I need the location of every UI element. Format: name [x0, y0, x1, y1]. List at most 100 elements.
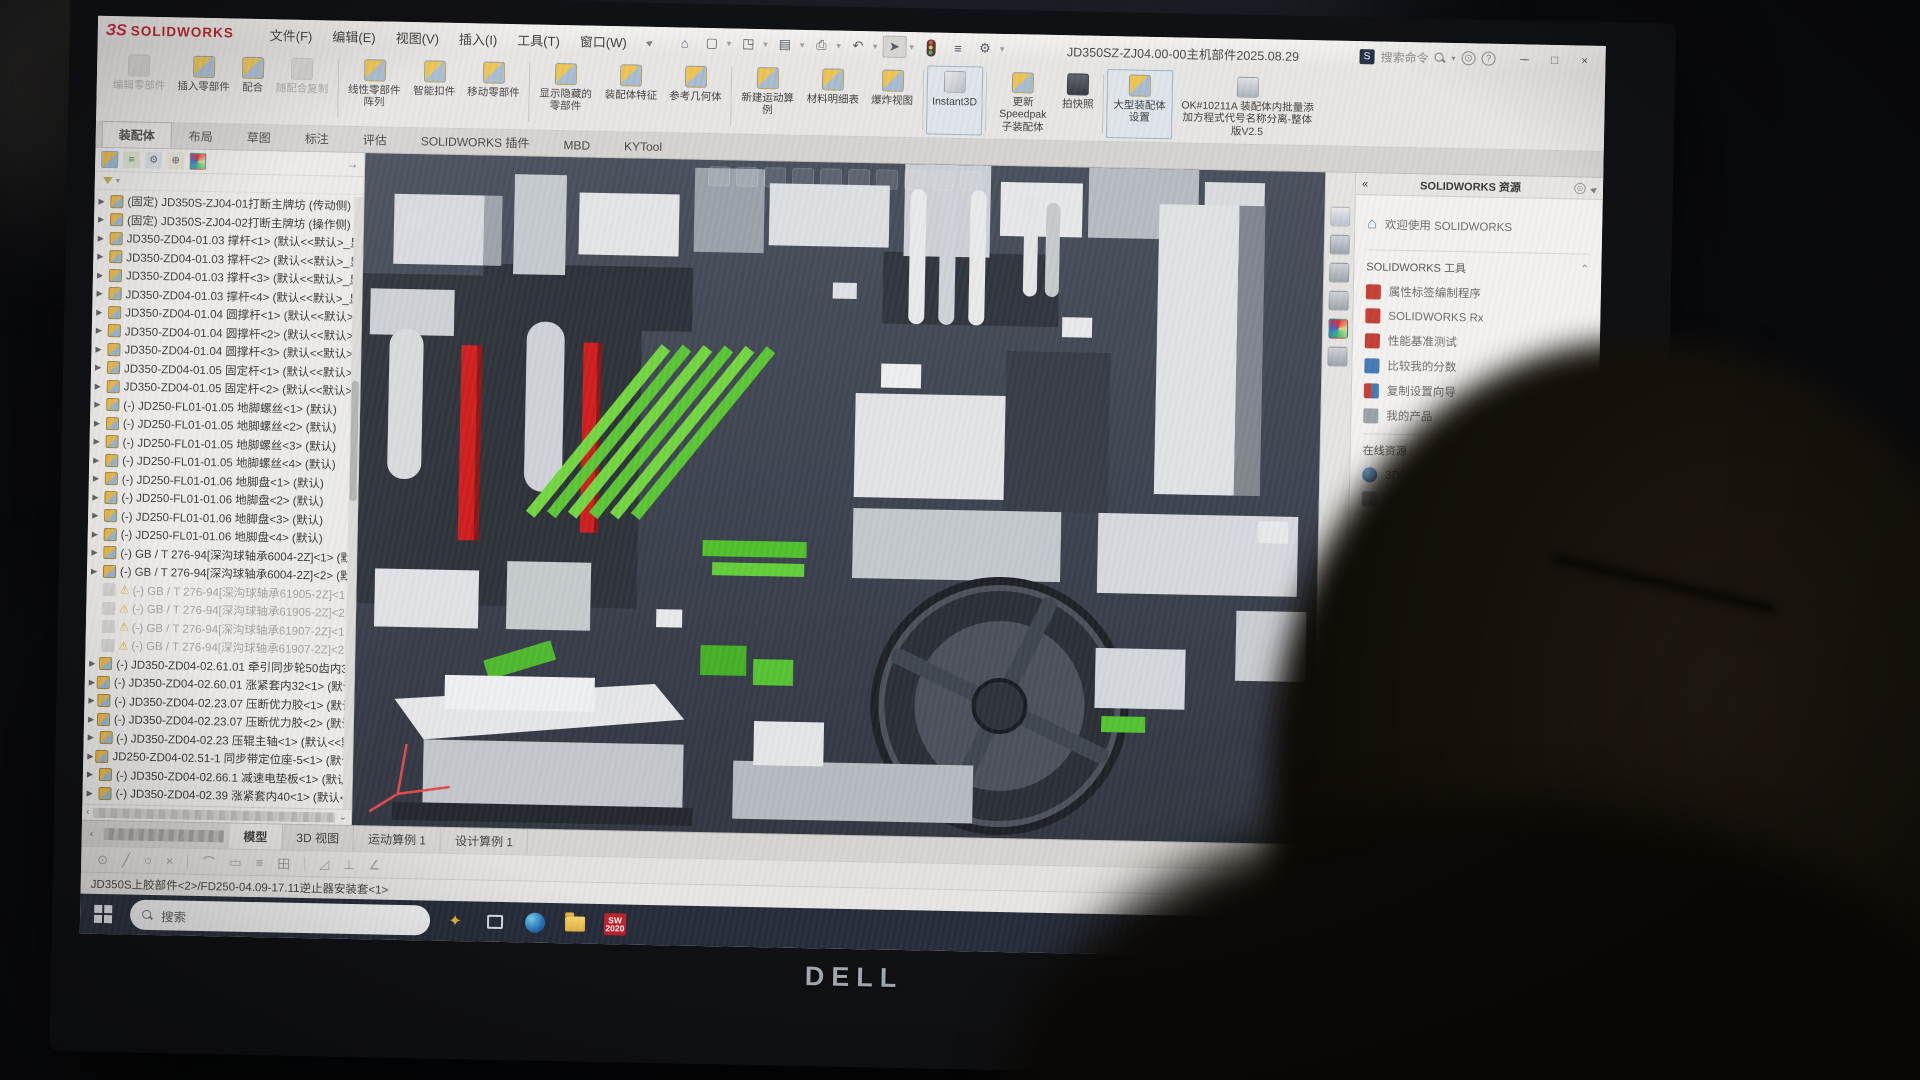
toolbar-button-smart-fasteners[interactable]: 智能扣件	[407, 55, 462, 125]
graphics-viewport[interactable]	[352, 153, 1325, 844]
menu-4[interactable]: 工具(T)	[507, 26, 570, 52]
doc-tab-模型[interactable]: 模型	[229, 824, 283, 850]
expand-arrow-icon[interactable]: ▶	[97, 252, 107, 261]
task-view-button[interactable]	[480, 907, 511, 938]
tab-SOLIDWORKS 插件[interactable]: SOLIDWORKS 插件	[404, 127, 547, 156]
tab-MBD[interactable]: MBD	[546, 133, 607, 157]
file-explorer-icon[interactable]	[1329, 263, 1349, 283]
options-icon[interactable]: ⚙	[973, 37, 997, 59]
toolbar-button-macro[interactable]: OK#10211A 装配体内批量添加方程式代号名称分离-整体版V2.5	[1172, 70, 1323, 142]
home-icon[interactable]: ⌂	[673, 31, 697, 53]
new-document-icon[interactable]: ▢	[700, 32, 724, 54]
file-properties-icon[interactable]: ≡	[946, 37, 970, 59]
expand-arrow-icon[interactable]: ▶	[96, 289, 106, 298]
menu-1[interactable]: 编辑(E)	[322, 23, 386, 49]
task-pane-item[interactable]: 属性标签编制程序	[1366, 283, 1589, 303]
toolbar-button-edit-component[interactable]: 编辑零部件	[106, 49, 172, 119]
toolbar-button-show-hidden[interactable]: 显示隐藏的零部件	[532, 57, 599, 127]
previous-view-icon[interactable]	[764, 167, 786, 187]
expand-arrow-icon[interactable]: ▶	[91, 548, 101, 557]
expand-arrow-icon[interactable]: ▶	[89, 677, 95, 686]
rebuild-icon[interactable]	[919, 36, 943, 58]
minimize-button[interactable]: ─	[1511, 49, 1537, 70]
zoom-area-icon[interactable]	[736, 167, 758, 187]
expand-arrow-icon[interactable]: ▶	[95, 363, 105, 372]
sketch-tool-icon[interactable]: ×	[166, 853, 174, 868]
design-library-icon[interactable]	[1329, 235, 1349, 255]
home-icon[interactable]	[1330, 207, 1350, 227]
appearances-icon[interactable]	[1327, 318, 1347, 338]
tab-布局[interactable]: 布局	[172, 122, 231, 149]
toolbar-button-exploded-view[interactable]: 爆炸视图	[864, 64, 919, 134]
expand-arrow-icon[interactable]: ▶	[98, 215, 108, 224]
expand-arrow-icon[interactable]: ▶	[87, 770, 97, 779]
sketch-tool-icon[interactable]: ∠	[368, 857, 380, 873]
welcome-link[interactable]: ⌂ 欢迎使用 SOLIDWORKS	[1367, 215, 1590, 237]
tab-装配体[interactable]: 装配体	[102, 121, 173, 148]
expand-arrow-icon[interactable]: ▶	[94, 437, 104, 446]
expand-arrow-icon[interactable]: ▶	[93, 455, 103, 464]
options-circle-icon[interactable]: ⊙	[1574, 182, 1585, 193]
edit-appearance-icon[interactable]	[904, 170, 926, 190]
configurationmanager-tab-icon[interactable]: ⚙	[145, 152, 162, 169]
view-palette-icon[interactable]	[1328, 290, 1348, 310]
expand-arrow-icon[interactable]: ▶	[89, 659, 97, 668]
tree-scroll-down-icon[interactable]: ⌄	[339, 812, 348, 823]
sketch-tool-icon[interactable]: ⊙	[97, 851, 108, 867]
pin-task-pane-icon[interactable]: ▸	[1587, 181, 1600, 196]
tree-scrollbar-thumb[interactable]	[349, 381, 358, 501]
expand-arrow-icon[interactable]: ▶	[92, 529, 102, 538]
expand-arrow-icon[interactable]: ▶	[96, 308, 106, 317]
expand-arrow-icon[interactable]: ▶	[94, 418, 104, 427]
menu-5[interactable]: 窗口(W)	[570, 28, 637, 54]
expand-arrow-icon[interactable]: ▶	[97, 271, 107, 280]
print-icon[interactable]: ⎙	[809, 34, 833, 56]
toolbar-button-snapshot[interactable]: 拍快照	[1055, 68, 1100, 138]
fly-out-arrow-icon[interactable]: →	[347, 158, 358, 170]
command-search[interactable]: S 搜索命令 ▾ ⊙ ?	[1359, 48, 1495, 68]
toolbar-button-motion-study[interactable]: 新建运动算例	[734, 62, 801, 132]
display-style-icon[interactable]	[848, 169, 870, 189]
sketch-tool-icon[interactable]: ⌒	[202, 852, 215, 871]
expand-arrow-icon[interactable]: ▶	[98, 197, 108, 206]
undo-icon[interactable]: ↶	[846, 35, 870, 57]
expand-arrow-icon[interactable]: ▶	[93, 474, 103, 483]
expand-arrow-icon[interactable]: ▶	[88, 696, 95, 705]
displaymanager-tab-icon[interactable]	[189, 153, 206, 170]
sketch-tool-icon[interactable]: ▭	[229, 854, 242, 870]
task-pane-item[interactable]: 性能基准测试	[1365, 332, 1588, 352]
expand-arrow-icon[interactable]: ▶	[87, 751, 93, 760]
task-pane-item[interactable]: SOLIDWORKS Rx	[1365, 308, 1588, 327]
toolbar-button-copy-with-mates[interactable]: 随配合复制	[269, 52, 335, 122]
apply-scene-icon[interactable]	[932, 171, 954, 191]
solidworks-2020-button[interactable]: SW2020	[600, 909, 631, 940]
doc-tab-3D 视图[interactable]: 3D 视图	[282, 825, 354, 851]
expand-arrow-icon[interactable]: ▶	[88, 733, 98, 742]
open-icon[interactable]: ◳	[736, 33, 760, 55]
toolbar-button-insert-components[interactable]: 插入零部件	[171, 50, 237, 120]
tab-scroll-left-icon[interactable]: ‹	[86, 827, 98, 839]
propertymanager-tab-icon[interactable]: ≡	[123, 151, 140, 168]
toolbar-button-linear-pattern[interactable]: 线性零部件阵列	[341, 54, 408, 124]
toolbar-button-update-speedpak[interactable]: 更新 Speedpak 子装配体	[989, 67, 1056, 137]
menu-3[interactable]: 插入(I)	[449, 25, 508, 51]
toolbar-button-move-component[interactable]: 移动零部件	[461, 56, 527, 126]
menu-0[interactable]: 文件(F)	[260, 21, 323, 47]
help-icon[interactable]: ?	[1481, 52, 1495, 66]
sketch-tool-icon[interactable]: ○	[144, 853, 152, 868]
tab-标注[interactable]: 标注	[288, 125, 347, 152]
featuremanager-tab-icon[interactable]	[101, 151, 118, 168]
filter-dropdown-icon[interactable]: ▾	[116, 176, 120, 185]
select-icon[interactable]: ➤	[882, 35, 906, 57]
expand-arrow-icon[interactable]: ▶	[88, 714, 95, 723]
dimxpertmanager-tab-icon[interactable]: ⊕	[167, 152, 184, 169]
expand-arrow-icon[interactable]: ▶	[86, 788, 96, 797]
toolbar-button-mate[interactable]: 配合	[235, 52, 270, 122]
doc-tab-设计算例 1[interactable]: 设计算例 1	[441, 828, 528, 855]
tree-scroll-left-icon[interactable]: ‹	[86, 807, 90, 818]
login-icon[interactable]: ⊙	[1461, 51, 1475, 65]
taskbar-search-input[interactable]: 搜索	[130, 900, 431, 936]
collapse-section-icon[interactable]: ⌃	[1580, 263, 1590, 279]
expand-arrow-icon[interactable]: ▶	[95, 345, 105, 354]
view-settings-icon[interactable]	[960, 171, 982, 191]
